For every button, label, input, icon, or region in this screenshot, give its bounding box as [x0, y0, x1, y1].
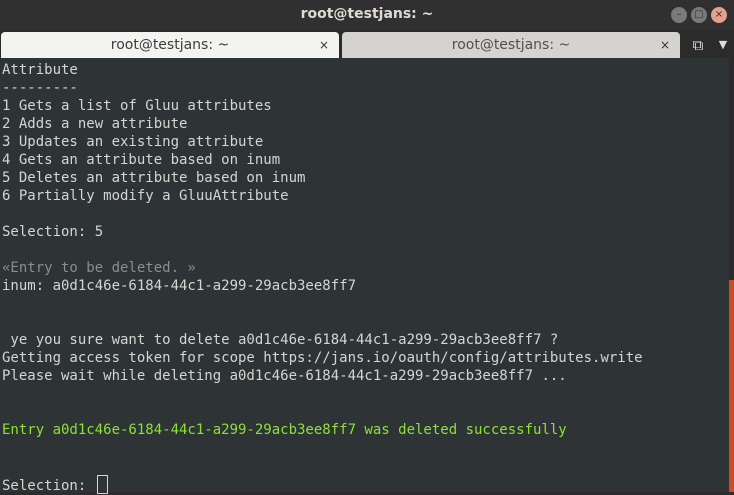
window-title: root@testjans: ~ — [300, 6, 434, 22]
terminal-line: «Entry to be deleted. » — [2, 260, 196, 276]
terminal-line: Entry a0d1c46e-6184-44c1-a299-29acb3ee8f… — [2, 422, 567, 438]
maximize-icon[interactable]: □ — [691, 7, 707, 23]
window-titlebar: root@testjans: ~ – □ × — [0, 0, 734, 30]
terminal-line: Attribute — [2, 62, 78, 78]
terminal-line: Selection: 5 — [2, 224, 104, 240]
tab-close-icon[interactable]: × — [319, 32, 329, 58]
terminal-line: Please wait while deleting a0d1c46e-6184… — [2, 368, 567, 384]
tab-bar: root@testjans: ~ × root@testjans: ~ × — [0, 30, 734, 58]
tab-label: root@testjans: ~ — [110, 37, 230, 53]
terminal-line: 5 Deletes an attribute based on inum — [2, 170, 306, 186]
text-cursor — [96, 475, 108, 494]
terminal-line: 1 Gets a list of Gluu attributes — [2, 98, 272, 114]
terminal-prompt[interactable]: Selection: — [2, 475, 108, 494]
terminal-line: 2 Adds a new attribute — [2, 116, 188, 132]
terminal-line: inum: a0d1c46e-6184-44c1-a299-29acb3ee8f… — [2, 278, 357, 294]
terminal-line: 4 Gets an attribute based on inum — [2, 152, 281, 168]
terminal-line: 3 Updates an existing attribute — [2, 134, 264, 150]
close-icon[interactable]: × — [711, 7, 727, 23]
terminal-line: ye you sure want to delete a0d1c46e-6184… — [2, 332, 559, 348]
terminal-output[interactable]: Attribute --------- 1 Gets a list of Glu… — [0, 58, 729, 494]
minimize-icon[interactable]: – — [671, 7, 687, 23]
terminal-line: 6 Partially modify a GluuAttribute — [2, 188, 289, 204]
tab-terminal-1[interactable]: root@testjans: ~ × — [1, 32, 339, 58]
tab-close-icon[interactable]: × — [660, 32, 670, 58]
tab-terminal-2[interactable]: root@testjans: ~ × — [342, 32, 680, 58]
new-tab-icon[interactable]: ⧉ — [686, 35, 710, 55]
tab-label: root@testjans: ~ — [451, 37, 571, 53]
terminal-line: Getting access token for scope https://j… — [2, 350, 643, 366]
chevron-down-icon[interactable]: ▼ — [711, 35, 734, 55]
scrollbar-thumb[interactable] — [729, 280, 734, 492]
terminal-line: --------- — [2, 80, 78, 96]
